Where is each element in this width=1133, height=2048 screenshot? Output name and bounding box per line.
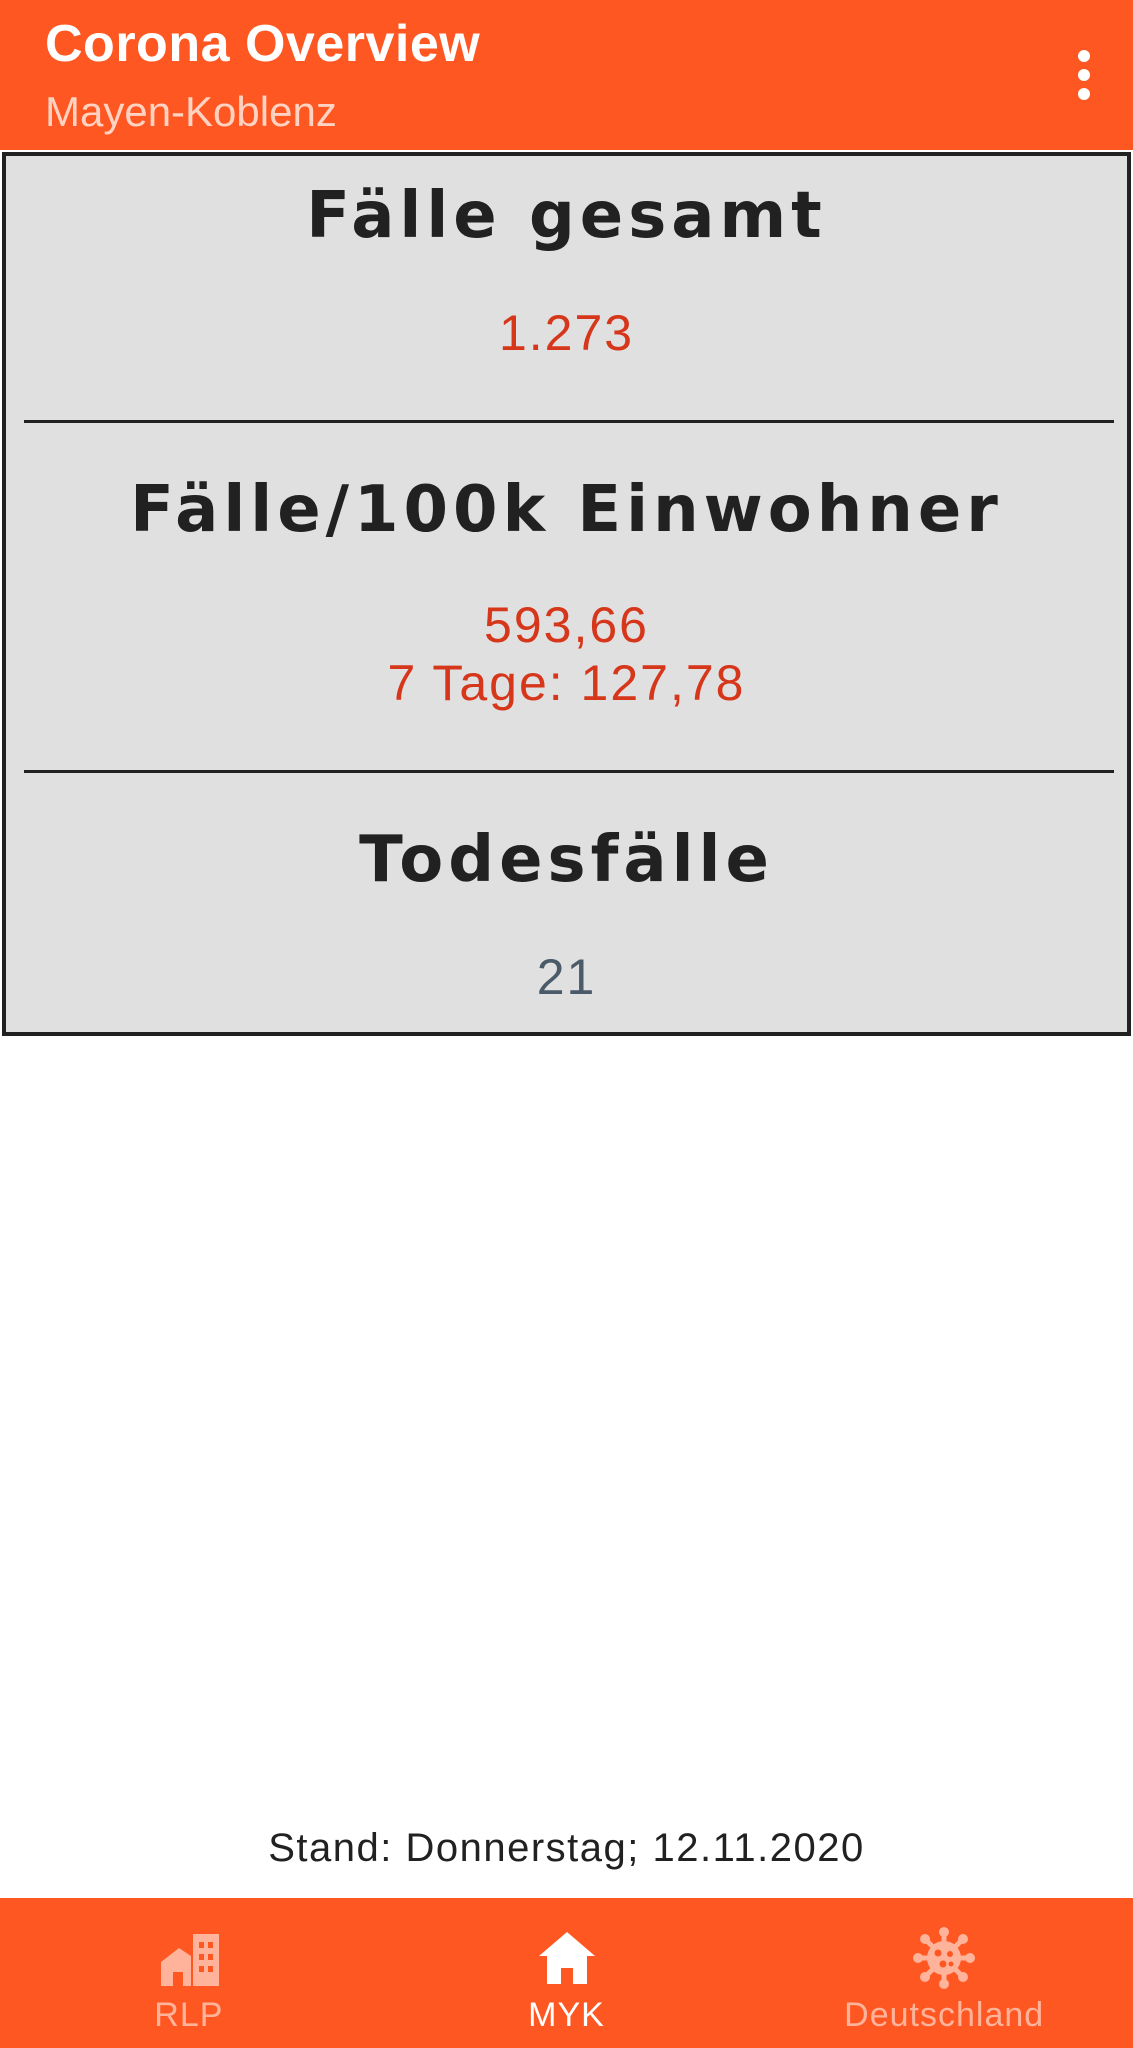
- deaths-heading: Todesfälle: [359, 823, 774, 897]
- nav-item-deutschland[interactable]: Deutschland: [755, 1898, 1133, 2048]
- virus-icon: [913, 1927, 976, 1989]
- city-buildings-icon: [160, 1934, 219, 1986]
- home-icon: [538, 1932, 595, 1984]
- section-divider: [24, 770, 1114, 773]
- nav-item-rlp[interactable]: RLP: [0, 1898, 378, 2048]
- section-divider: [24, 420, 1114, 423]
- nav-label-myk: MYK: [528, 1996, 605, 2034]
- app-title: Corona Overview: [45, 15, 481, 73]
- nav-label-rlp: RLP: [154, 1996, 224, 2034]
- cases-total-heading: Fälle gesamt: [306, 179, 827, 253]
- seven-day-incidence: 7 Tage: 127,78: [387, 655, 746, 711]
- menu-dot: [1078, 50, 1090, 62]
- deaths-value: 21: [536, 949, 597, 1005]
- cases-total-section: Fälle gesamt 1.273: [6, 184, 1127, 362]
- data-timestamp: Stand: Donnerstag; 12.11.2020: [268, 1826, 865, 1870]
- cases-per-100k-heading: Fälle/100k Einwohner: [130, 473, 1003, 547]
- deaths-section: Todesfälle 21: [6, 828, 1127, 1006]
- nav-label-deutschland: Deutschland: [844, 1996, 1045, 2034]
- stats-card: Fälle gesamt 1.273 Fälle/100k Einwohner …: [2, 152, 1131, 1036]
- nav-item-myk[interactable]: MYK: [378, 1898, 756, 2048]
- cases-total-value: 1.273: [498, 305, 635, 361]
- app-bar: Corona Overview Mayen-Koblenz: [0, 0, 1133, 150]
- menu-dot: [1078, 88, 1090, 100]
- bottom-navigation: RLP MYK Deutschland: [0, 1898, 1133, 2048]
- menu-dot: [1078, 69, 1090, 81]
- more-vert-icon[interactable]: [1059, 40, 1109, 110]
- cases-per-100k-value: 593,66: [484, 597, 649, 653]
- app-subtitle: Mayen-Koblenz: [45, 88, 337, 135]
- cases-per-100k-section: Fälle/100k Einwohner 593,66 7 Tage: 127,…: [6, 478, 1127, 712]
